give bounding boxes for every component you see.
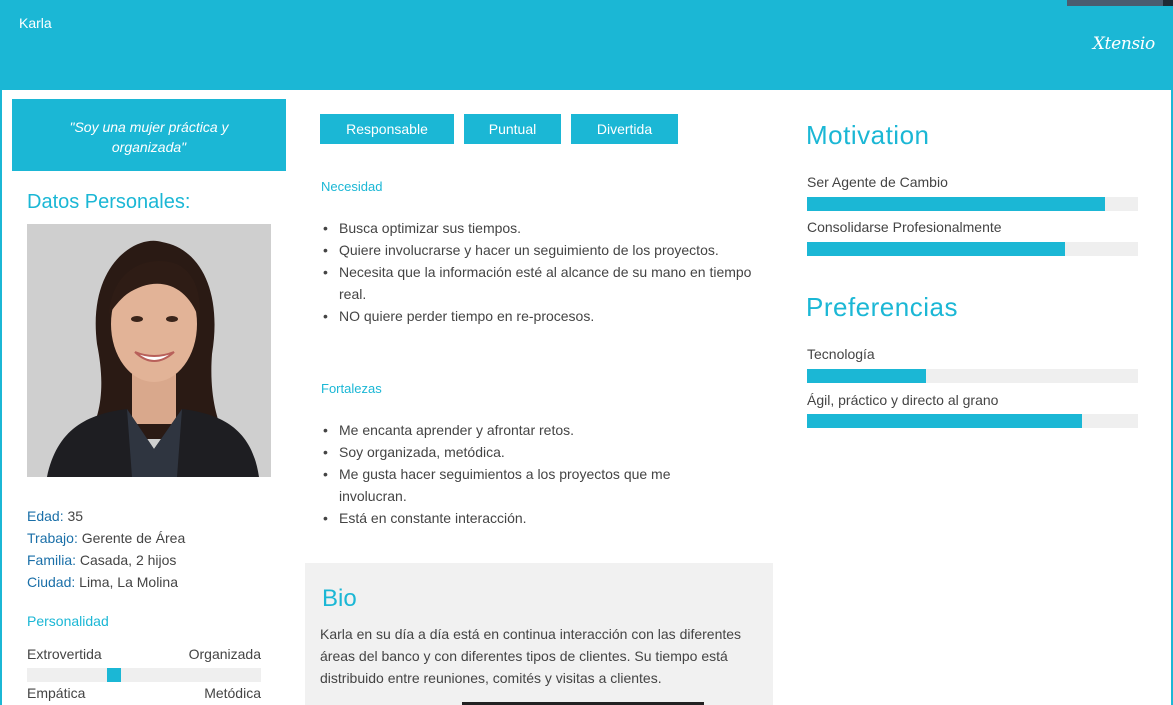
trait-row-empathic-methodical: Empática Metódica [27,685,261,701]
list-item: Me encanta aprender y afrontar retos. [320,419,720,441]
detail-city-value: Lima, La Molina [75,574,178,590]
list-item: Busca optimizar sus tiempos. [320,217,770,239]
persona-name: Karla [19,15,52,31]
trait-left-label: Extrovertida [27,646,102,662]
personal-data-title: Datos Personales: [27,191,191,213]
detail-job: Trabajo: Gerente de Área [27,527,185,549]
preference-bar-fill [807,369,927,383]
bio-text: Karla en su día a día está en continua i… [320,626,742,686]
preference-bar [807,414,1138,428]
list-item: Soy organizada, metódica. [320,441,720,463]
trait-row-extrovert-organized: Extrovertida Organizada [27,646,261,662]
list-item: NO quiere perder tiempo en re-procesos. [320,305,770,327]
motivation-title: Motivation [806,120,930,150]
header-corner-button[interactable] [1067,0,1163,6]
motivation-label: Consolidarse Profesionalmente [807,219,1002,235]
detail-job-value: Gerente de Área [77,530,186,546]
header-corner-edge [1163,0,1173,6]
tag-divertida[interactable]: Divertida [571,114,678,144]
motivation-bar-fill [807,242,1066,256]
motivation-label: Ser Agente de Cambio [807,174,948,190]
detail-family-value: Casada, 2 hijos [76,552,177,568]
persona-photo-illustration [27,224,271,477]
preference-label: Tecnología [807,346,875,362]
detail-age-value: 35 [63,508,84,524]
motivation-bar-fill [807,197,1105,211]
list-item: Me gusta hacer seguimientos a los proyec… [320,463,720,507]
persona-quote: "Soy una mujer práctica y organizada" [12,99,286,171]
detail-family-label: Familia: [27,552,77,568]
list-item: Quiere involucrarse y hacer un seguimien… [320,239,770,261]
detail-job-label: Trabajo: [27,530,78,546]
trait-slider-handle[interactable] [106,668,121,682]
motivation-bar [807,242,1138,256]
persona-photo [27,224,271,477]
needs-list: Busca optimizar sus tiempos. Quiere invo… [320,217,770,327]
needs-title: Necesidad [321,179,383,194]
detail-age-label: Edad: [27,508,64,524]
list-item: Necesita que la información esté al alca… [320,261,770,305]
trait-left-label: Empática [27,685,86,701]
detail-age: Edad: 35 [27,505,185,527]
strengths-title: Fortalezas [321,381,382,396]
detail-family: Familia: Casada, 2 hijos [27,549,185,571]
xtensio-logo[interactable]: Xtensio [1093,34,1156,54]
motivation-bar [807,197,1138,211]
detail-city: Ciudad: Lima, La Molina [27,571,185,593]
personal-details: Edad: 35 Trabajo: Gerente de Área Famili… [27,505,185,593]
tag-responsable[interactable]: Responsable [320,114,454,144]
trait-slider[interactable] [27,668,261,682]
detail-city-label: Ciudad: [27,574,76,590]
preference-label: Ágil, práctico y directo al grano [807,392,999,408]
preferences-title: Preferencias [806,292,958,322]
personality-title: Personalidad [27,613,109,629]
list-item: Está en constante interacción. [320,507,720,529]
preference-bar-fill [807,414,1082,428]
tag-puntual[interactable]: Puntual [464,114,561,144]
strengths-list: Me encanta aprender y afrontar retos. So… [320,419,720,529]
header-bar: Karla Xtensio [0,0,1173,90]
preference-bar [807,369,1138,383]
trait-right-label: Organizada [188,646,261,662]
trait-right-label: Metódica [204,685,261,701]
bio-title: Bio [322,585,357,612]
